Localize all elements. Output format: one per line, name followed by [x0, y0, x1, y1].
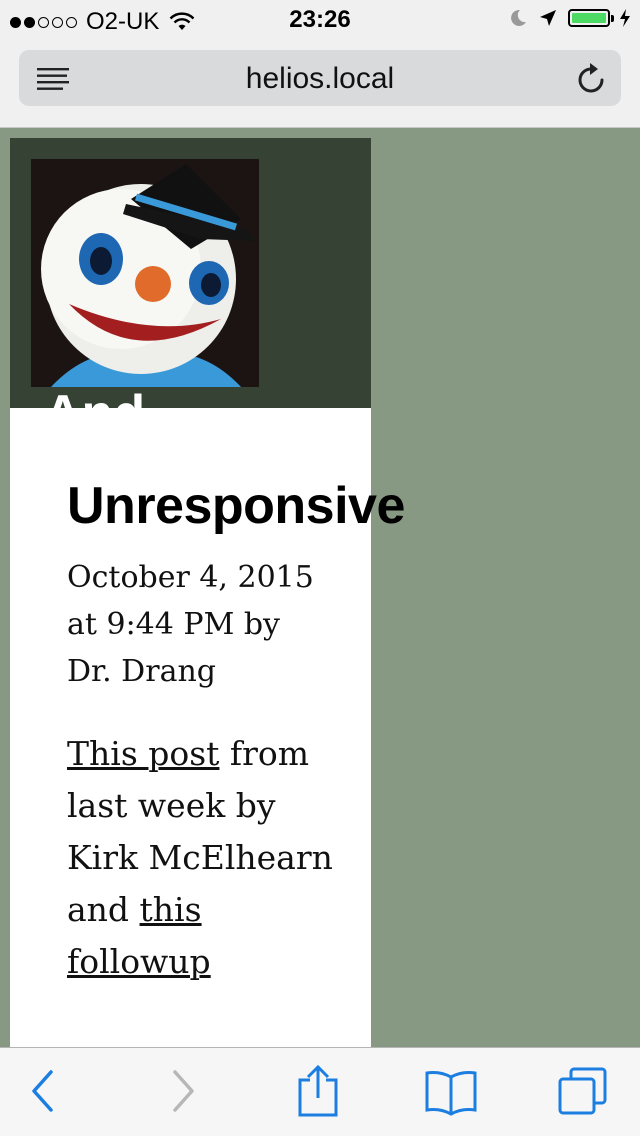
- browser-bottom-toolbar: [0, 1047, 640, 1136]
- site-header: And: [10, 138, 371, 408]
- post-author: Dr. Drang: [67, 654, 216, 689]
- bookmarks-icon[interactable]: [424, 1068, 478, 1116]
- url-text[interactable]: helios.local: [19, 62, 621, 96]
- browser-top-toolbar: helios.local: [0, 40, 640, 128]
- post-body: This post from last week by Kirk McElhea…: [67, 728, 337, 988]
- battery-level: [572, 13, 606, 23]
- post-date: October 4, 2015: [67, 560, 314, 595]
- address-bar[interactable]: helios.local: [19, 50, 621, 106]
- site-title[interactable]: And: [44, 388, 145, 408]
- moon-icon: [511, 9, 526, 26]
- this-post-link[interactable]: This post: [67, 734, 219, 773]
- post-title[interactable]: Unresponsive: [67, 476, 405, 536]
- post-meta: October 4, 2015 at 9:44 PM by Dr. Drang: [67, 554, 327, 695]
- back-chevron-icon[interactable]: [30, 1068, 56, 1114]
- article-column: And Unresponsive October 4, 2015 at 9:44…: [10, 138, 405, 1058]
- forward-chevron-icon[interactable]: [170, 1068, 196, 1114]
- reload-icon[interactable]: [577, 62, 607, 94]
- status-bar: O2-UK 23:26: [0, 0, 640, 40]
- status-right: [508, 8, 632, 28]
- snowman-avatar: [31, 159, 259, 387]
- tabs-icon[interactable]: [557, 1066, 609, 1116]
- battery-icon: [568, 9, 614, 27]
- share-icon[interactable]: [296, 1064, 340, 1118]
- post-time: at 9:44 PM by: [67, 607, 280, 642]
- charging-bolt-icon: [620, 9, 630, 27]
- location-arrow-icon: [540, 10, 556, 26]
